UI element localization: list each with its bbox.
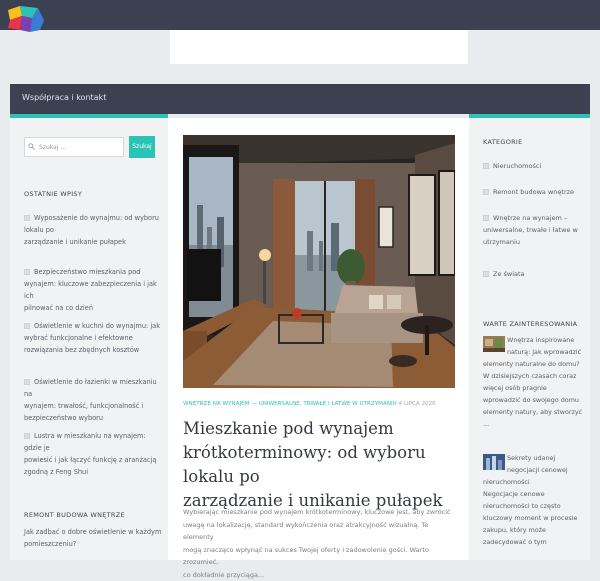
post-title[interactable]: Mieszkanie pod wynajem krótkoterminowy: … bbox=[183, 417, 453, 513]
recent-post-4[interactable]: Oświetlenie do łazienki w mieszkaniu na … bbox=[24, 376, 164, 424]
featured-post-2-excerpt: nieruchomości Negocjacje cenowe nierucho… bbox=[483, 478, 578, 546]
header-bar bbox=[0, 0, 600, 30]
square-bullet-icon bbox=[483, 271, 489, 277]
featured-post-1-excerpt: elementy naturalne do domu? W dzisiejszy… bbox=[483, 360, 583, 428]
nav-item-wspolpraca[interactable]: Współpraca i kontakt bbox=[22, 93, 106, 102]
search-button[interactable]: Szukaj bbox=[129, 136, 155, 158]
featured-post-2-title[interactable]: Sekrety udanej negocjacji cenowej bbox=[507, 452, 591, 476]
recent-post-2[interactable]: Bezpieczeństwo mieszkania pod wynajem: k… bbox=[24, 266, 164, 314]
square-bullet-icon bbox=[483, 189, 489, 195]
categories-title: KATEGORIE bbox=[483, 138, 523, 146]
header-left-gutter bbox=[0, 30, 170, 64]
main-navigation: Współpraca i kontakt bbox=[10, 84, 590, 114]
featured-thumb-1[interactable] bbox=[483, 336, 505, 352]
site-logo-icon[interactable] bbox=[8, 6, 44, 32]
square-bullet-icon bbox=[24, 269, 30, 275]
post-date: 4 LIPCA 2026 bbox=[398, 401, 436, 407]
post-excerpt: Wybierając mieszkanie pod wynajem krótko… bbox=[183, 508, 451, 579]
recent-post-3[interactable]: Oświetlenie w kuchni do wynajmu: jak wyb… bbox=[24, 320, 164, 356]
featured-image[interactable] bbox=[183, 135, 455, 388]
search-placeholder: Szukaj ... bbox=[39, 144, 67, 151]
category-link-wnetrze[interactable]: WNĘTRZE NA WYNAJEM bbox=[183, 401, 249, 407]
recent-post-5[interactable]: Lustra w mieszkaniu na wynajem: gdzie je… bbox=[24, 430, 164, 478]
category-link-uniwersalne[interactable]: UNIWERSALNE, TRWAŁE I ŁATWE W UTRZYMANIU bbox=[259, 401, 397, 407]
square-bullet-icon bbox=[24, 215, 30, 221]
remont-widget-title: REMONT BUDOWA WNĘTRZE bbox=[24, 511, 125, 519]
search-icon bbox=[28, 143, 35, 150]
square-bullet-icon bbox=[24, 379, 30, 385]
featured-post-1-title[interactable]: Wnętrza inspirowane naturą: jak wprowadz… bbox=[507, 334, 591, 358]
featured-thumb-2[interactable] bbox=[483, 454, 505, 470]
search-input[interactable]: Szukaj ... bbox=[24, 137, 124, 157]
header-right-gutter bbox=[468, 30, 600, 64]
square-bullet-icon bbox=[483, 163, 489, 169]
featured-widget-title: WARTE ZAINTERESOWANIA bbox=[483, 320, 578, 328]
category-item-ze-swiata[interactable]: Ze świata bbox=[483, 268, 583, 280]
remont-post-1[interactable]: Jak zadbać o dobre oświetlenie w każdym … bbox=[24, 526, 164, 550]
category-item-wnetrze[interactable]: Wnętrze na wynajem – uniwersalne, trwałe… bbox=[483, 212, 583, 248]
post-meta: WNĘTRZE NA WYNAJEM — UNIWERSALNE, TRWAŁE… bbox=[183, 401, 436, 407]
square-bullet-icon bbox=[483, 215, 489, 221]
square-bullet-icon bbox=[24, 433, 30, 439]
square-bullet-icon bbox=[24, 323, 30, 329]
recent-posts-title: OSTATNIE WPISY bbox=[24, 190, 83, 198]
category-item-remont[interactable]: Remont budowa wnętrze bbox=[483, 186, 583, 198]
recent-post-1[interactable]: Wyposażenie do wynajmu: od wyboru lokalu… bbox=[24, 212, 164, 248]
category-item-nieruchomosci[interactable]: Nieruchomości bbox=[483, 160, 583, 172]
